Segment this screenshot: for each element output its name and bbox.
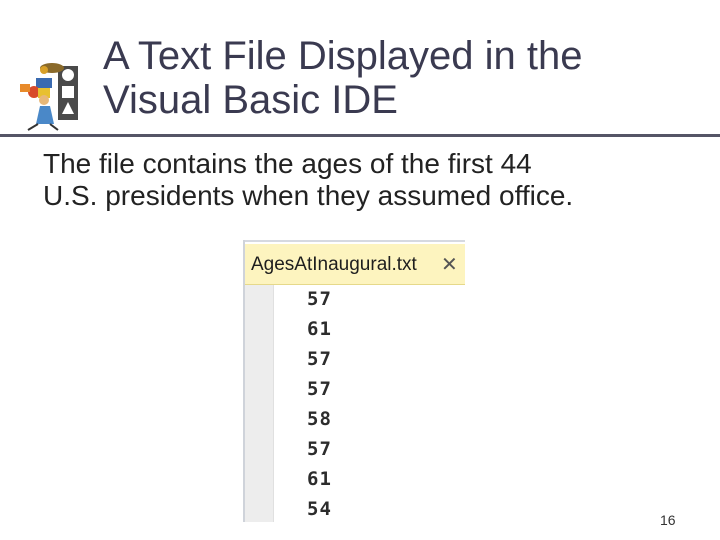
editor-line: 61	[307, 318, 332, 340]
body-line-2: U.S. presidents when they assumed office…	[43, 180, 574, 211]
editor-gutter	[245, 285, 274, 522]
file-tab-title: AgesAtInaugural.txt	[251, 254, 417, 275]
page-number: 16	[660, 512, 676, 528]
slide-body-text: The file contains the ages of the first …	[43, 148, 703, 212]
slide-title: A Text File Displayed in the Visual Basi…	[103, 34, 703, 122]
title-divider	[0, 134, 720, 137]
editor-line: 58	[307, 408, 332, 430]
slide-title-line-1: A Text File Displayed in the	[103, 34, 583, 78]
body-line-1: The file contains the ages of the first …	[43, 148, 532, 179]
file-tab[interactable]: AgesAtInaugural.txt ✕	[245, 244, 465, 285]
editor-line: 61	[307, 468, 332, 490]
editor-top-border	[243, 240, 465, 242]
editor-text-area[interactable]: 57 61 57 57 58 57 61 54	[307, 284, 332, 522]
close-icon[interactable]: ✕	[441, 252, 458, 277]
presenter-shapes-logo	[20, 63, 78, 131]
editor-line: 57	[307, 438, 332, 460]
editor-line: 57	[307, 378, 332, 400]
ide-editor-screenshot: AgesAtInaugural.txt ✕ 57 61 57 57 58 57 …	[243, 240, 465, 522]
slide-title-line-2: Visual Basic IDE	[103, 78, 398, 122]
editor-line: 57	[307, 348, 332, 370]
editor-line: 57	[307, 288, 332, 310]
editor-line: 54	[307, 498, 332, 520]
